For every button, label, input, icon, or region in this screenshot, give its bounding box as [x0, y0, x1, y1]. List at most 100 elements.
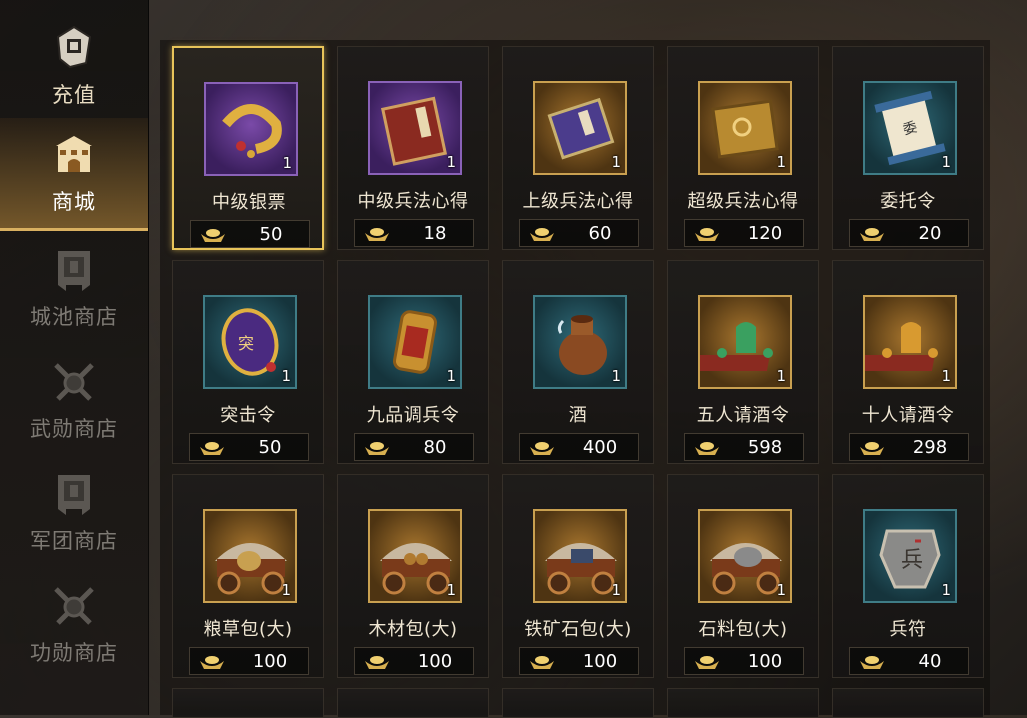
- recharge-scroll-icon: [56, 25, 92, 69]
- shop-item-card-partial[interactable]: [832, 688, 984, 718]
- shop-item-card-partial[interactable]: [502, 688, 654, 718]
- item-icon-frame: 1: [698, 295, 792, 389]
- shop-item-card-partial[interactable]: [172, 688, 324, 718]
- shop-item-card-partial[interactable]: [667, 688, 819, 718]
- gold-ingot-icon: [365, 228, 389, 241]
- item-name: 铁矿石包(大): [524, 619, 632, 640]
- item-quantity: 1: [611, 581, 621, 599]
- sidebar-item-honor-shop[interactable]: 功勋商店: [0, 568, 148, 680]
- item-price: 100: [417, 651, 453, 672]
- crossed-swords-icon: [54, 587, 94, 625]
- item-icon-frame: 兵1: [863, 509, 957, 603]
- price-box: 100: [189, 647, 309, 675]
- shop-item-card[interactable]: 1 超级兵法心得 120: [667, 46, 819, 250]
- shop-item-card[interactable]: 1 中级兵法心得 18: [337, 46, 489, 250]
- item-quantity: 1: [611, 367, 621, 385]
- item-quantity: 1: [446, 581, 456, 599]
- item-price: 50: [259, 224, 283, 245]
- item-quantity: 1: [281, 581, 291, 599]
- item-quantity: 1: [281, 367, 291, 385]
- shop-item-card[interactable]: 1 九品调兵令 80: [337, 260, 489, 464]
- price-box: 40: [849, 647, 969, 675]
- price-box: 100: [519, 647, 639, 675]
- price-box: 298: [849, 433, 969, 461]
- item-name: 中级银票: [212, 192, 286, 213]
- item-name: 兵符: [889, 619, 927, 640]
- item-name: 上级兵法心得: [522, 191, 634, 212]
- item-quantity: 1: [446, 367, 456, 385]
- item-icon-frame: 1: [863, 295, 957, 389]
- item-icon-frame: 1: [203, 509, 297, 603]
- item-price: 100: [582, 651, 618, 672]
- item-icon-frame: 1: [368, 81, 462, 175]
- item-quantity: 1: [941, 153, 951, 171]
- price-box: 50: [190, 220, 310, 248]
- gold-ingot-icon: [695, 656, 719, 669]
- gold-ingot-icon: [860, 228, 884, 241]
- gold-ingot-icon: [200, 442, 224, 455]
- item-icon-frame: 1: [533, 509, 627, 603]
- item-name: 粮草包(大): [203, 619, 293, 640]
- shop-item-card[interactable]: 1 铁矿石包(大) 100: [502, 474, 654, 678]
- shop-item-card[interactable]: 1 粮草包(大) 100: [172, 474, 324, 678]
- gold-ingot-icon: [201, 229, 225, 242]
- item-price: 50: [258, 437, 282, 458]
- sidebar-item-legion-shop[interactable]: 军团商店: [0, 456, 148, 568]
- price-box: 400: [519, 433, 639, 461]
- item-icon-frame: 1: [368, 509, 462, 603]
- gold-ingot-icon: [530, 228, 554, 241]
- item-icon-frame: 突1: [203, 295, 297, 389]
- item-name: 酒: [568, 405, 588, 426]
- shop-item-card[interactable]: 1 五人请酒令 598: [667, 260, 819, 464]
- gold-ingot-icon: [860, 442, 884, 455]
- gold-ingot-icon: [860, 656, 884, 669]
- sidebar-item-label: 武勋商店: [30, 417, 118, 441]
- item-name: 五人请酒令: [696, 405, 790, 426]
- shop-item-card[interactable]: 1 中级银票 50: [172, 46, 324, 250]
- shop-item-card[interactable]: 兵 1 兵符 40: [832, 474, 984, 678]
- item-price: 60: [588, 223, 612, 244]
- sidebar-item-city-shop[interactable]: 城池商店: [0, 232, 148, 344]
- gold-ingot-icon: [695, 442, 719, 455]
- price-box: 598: [684, 433, 804, 461]
- shop-item-card[interactable]: 1 木材包(大) 100: [337, 474, 489, 678]
- shop-item-card[interactable]: 1 石料包(大) 100: [667, 474, 819, 678]
- price-box: 50: [189, 433, 309, 461]
- item-price: 40: [918, 651, 942, 672]
- sidebar-item-mall[interactable]: 商城: [0, 118, 148, 231]
- shop-item-card[interactable]: 委 1 委托令 20: [832, 46, 984, 250]
- shop-item-card[interactable]: 1 酒 400: [502, 260, 654, 464]
- sidebar-item-label: 充值: [52, 83, 96, 107]
- banner-icon: [58, 251, 90, 291]
- item-icon-frame: 1: [698, 81, 792, 175]
- shop-item-card[interactable]: 突 1 突击令 50: [172, 260, 324, 464]
- item-price: 400: [582, 437, 618, 458]
- item-name: 十人请酒令: [861, 405, 955, 426]
- item-quantity: 1: [941, 367, 951, 385]
- item-price: 298: [912, 437, 948, 458]
- price-box: 80: [354, 433, 474, 461]
- item-price: 100: [747, 651, 783, 672]
- item-name: 委托令: [880, 191, 936, 212]
- item-quantity: 1: [282, 154, 292, 172]
- city-gate-icon: [56, 136, 92, 172]
- item-price: 120: [747, 223, 783, 244]
- item-icon-frame: 委1: [863, 81, 957, 175]
- sidebar-item-recharge[interactable]: 充值: [0, 10, 148, 122]
- item-price: 18: [423, 223, 447, 244]
- item-icon-frame: 1: [533, 295, 627, 389]
- price-box: 20: [849, 219, 969, 247]
- price-box: 120: [684, 219, 804, 247]
- gold-ingot-icon: [530, 442, 554, 455]
- item-price: 80: [423, 437, 447, 458]
- shop-item-card-partial[interactable]: [337, 688, 489, 718]
- item-quantity: 1: [446, 153, 456, 171]
- price-box: 100: [354, 647, 474, 675]
- gold-ingot-icon: [530, 656, 554, 669]
- sidebar-item-label: 军团商店: [30, 529, 118, 553]
- sidebar-item-merit-shop[interactable]: 武勋商店: [0, 344, 148, 456]
- shop-item-card[interactable]: 1 上级兵法心得 60: [502, 46, 654, 250]
- svg-text:兵: 兵: [901, 548, 923, 573]
- shop-item-card[interactable]: 1 十人请酒令 298: [832, 260, 984, 464]
- item-name: 超级兵法心得: [687, 191, 799, 212]
